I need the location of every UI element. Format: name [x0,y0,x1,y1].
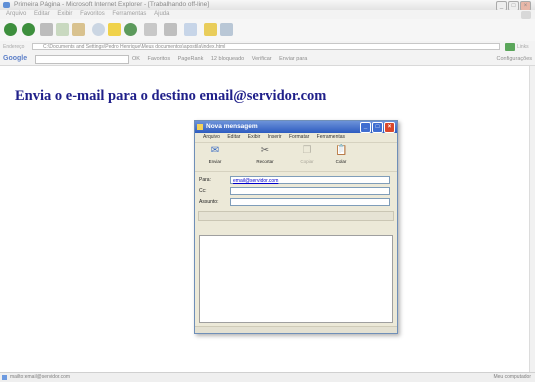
windows-logo-icon [521,11,531,19]
browser-menu-bar: Arquivo Editar Exibir Favoritos Ferramen… [0,10,535,19]
google-popup-blocked-button[interactable]: 12 bloqueado [211,56,244,62]
to-value: email@servidor.com [233,178,279,184]
folder-icon[interactable] [204,23,217,36]
address-input[interactable]: C:\Documents and Settings\Pedro Henrique… [32,43,500,50]
send-button[interactable]: ✉ Enviar [201,145,229,164]
cut-icon: ✂ [260,145,270,156]
google-ok-button[interactable]: OK [132,56,140,62]
mail-toolbar: ✉ Enviar ✂ Recortar ❐ Copiar 📋 Colar [195,142,397,172]
mail-menu-exibir[interactable]: Exibir [248,134,261,140]
google-logo[interactable]: Google [3,53,27,65]
search-icon[interactable] [92,23,105,36]
menu-item-editar[interactable]: Editar [34,11,50,17]
menu-item-ajuda[interactable]: Ajuda [154,11,169,17]
menu-item-exibir[interactable]: Exibir [57,11,72,17]
address-label: Endereço [3,44,25,50]
home-icon[interactable] [72,23,85,36]
copy-icon: ❐ [302,145,312,156]
send-label: Enviar [208,159,222,164]
browser-title-bar: Primeira Página - Microsoft Internet Exp… [0,0,535,11]
refresh-icon[interactable] [56,23,69,36]
page-headline[interactable]: Envia o e-mail para o destino email@serv… [15,88,326,105]
paste-label: Colar [335,159,347,164]
go-button[interactable] [505,43,515,51]
mail-menu-arquivo[interactable]: Arquivo [203,134,220,140]
mail-minimize-icon[interactable]: _ [360,122,371,133]
message-icon [197,124,203,130]
mail-window-controls: _ □ × [360,122,395,133]
google-toolbar-items: OK Favoritos PageRank 12 bloqueado Verif… [132,53,313,65]
mail-menu-inserir[interactable]: Inserir [268,134,282,140]
mail-menu-editar[interactable]: Editar [227,134,240,140]
page-content: Envia o e-mail para o destino email@serv… [0,66,535,372]
link-icon [2,375,7,380]
mail-header-fields: Para: email@servidor.com Cc: Assunto: [195,172,397,208]
google-search-input[interactable] [35,55,129,64]
mail-status-bar [195,326,397,333]
subject-field[interactable] [230,198,390,206]
paste-button[interactable]: 📋 Colar [327,145,355,164]
google-verificar-button[interactable]: Verificar [252,56,272,62]
messenger-icon[interactable] [220,23,233,36]
internet-explorer-icon [3,2,10,8]
stop-icon[interactable] [40,23,53,36]
to-row: Para: email@servidor.com [195,175,397,186]
favorites-icon[interactable] [108,23,121,36]
google-toolbar: Google OK Favoritos PageRank 12 bloquead… [0,53,535,66]
mail-menu-bar: Arquivo Editar Exibir Inserir Formatar F… [195,133,397,142]
browser-toolbar [0,19,535,42]
links-label[interactable]: Links [517,41,529,53]
back-icon[interactable] [4,23,17,36]
mail-menu-ferramentas[interactable]: Ferramentas [317,134,345,140]
menu-item-arquivo[interactable]: Arquivo [6,11,26,17]
to-field[interactable]: email@servidor.com [230,176,390,184]
paste-icon: 📋 [335,145,348,156]
to-label[interactable]: Para: [199,177,211,183]
cc-row: Cc: [195,186,397,197]
subject-label: Assunto: [199,199,219,205]
copy-label: Copiar [300,159,314,164]
mail-title: Nova mensagem [206,123,258,130]
mail-close-icon[interactable]: × [384,122,395,133]
print-icon[interactable] [164,23,177,36]
google-config-button[interactable]: Configurações [497,53,532,65]
mail-title-bar: Nova mensagem _ □ × [195,121,397,133]
edit-icon[interactable] [184,23,197,36]
subject-row: Assunto: [195,197,397,208]
google-pagerank-button[interactable]: PageRank [178,56,204,62]
menu-item-favoritos[interactable]: Favoritos [80,11,105,17]
copy-button[interactable]: ❐ Copiar [293,145,321,164]
message-body[interactable] [199,235,393,323]
cc-label[interactable]: Cc: [199,188,207,194]
new-message-window: Nova mensagem _ □ × Arquivo Editar Exibi… [194,120,398,334]
forward-icon[interactable] [22,23,35,36]
browser-title: Primeira Página - Microsoft Internet Exp… [14,1,210,8]
send-icon: ✉ [210,145,220,156]
mail-menu-formatar[interactable]: Formatar [289,134,309,140]
mail-icon[interactable] [144,23,157,36]
cut-button[interactable]: ✂ Recortar [251,145,279,164]
mail-maximize-icon[interactable]: □ [372,122,383,133]
google-favoritos-button[interactable]: Favoritos [147,56,170,62]
format-toolbar[interactable] [198,211,394,221]
menu-item-ferramentas[interactable]: Ferramentas [112,11,146,17]
cc-field[interactable] [230,187,390,195]
cut-label: Recortar [256,159,274,164]
page-scrollbar[interactable] [529,66,535,372]
google-enviar-button[interactable]: Enviar para [279,56,307,62]
history-icon[interactable] [124,23,137,36]
